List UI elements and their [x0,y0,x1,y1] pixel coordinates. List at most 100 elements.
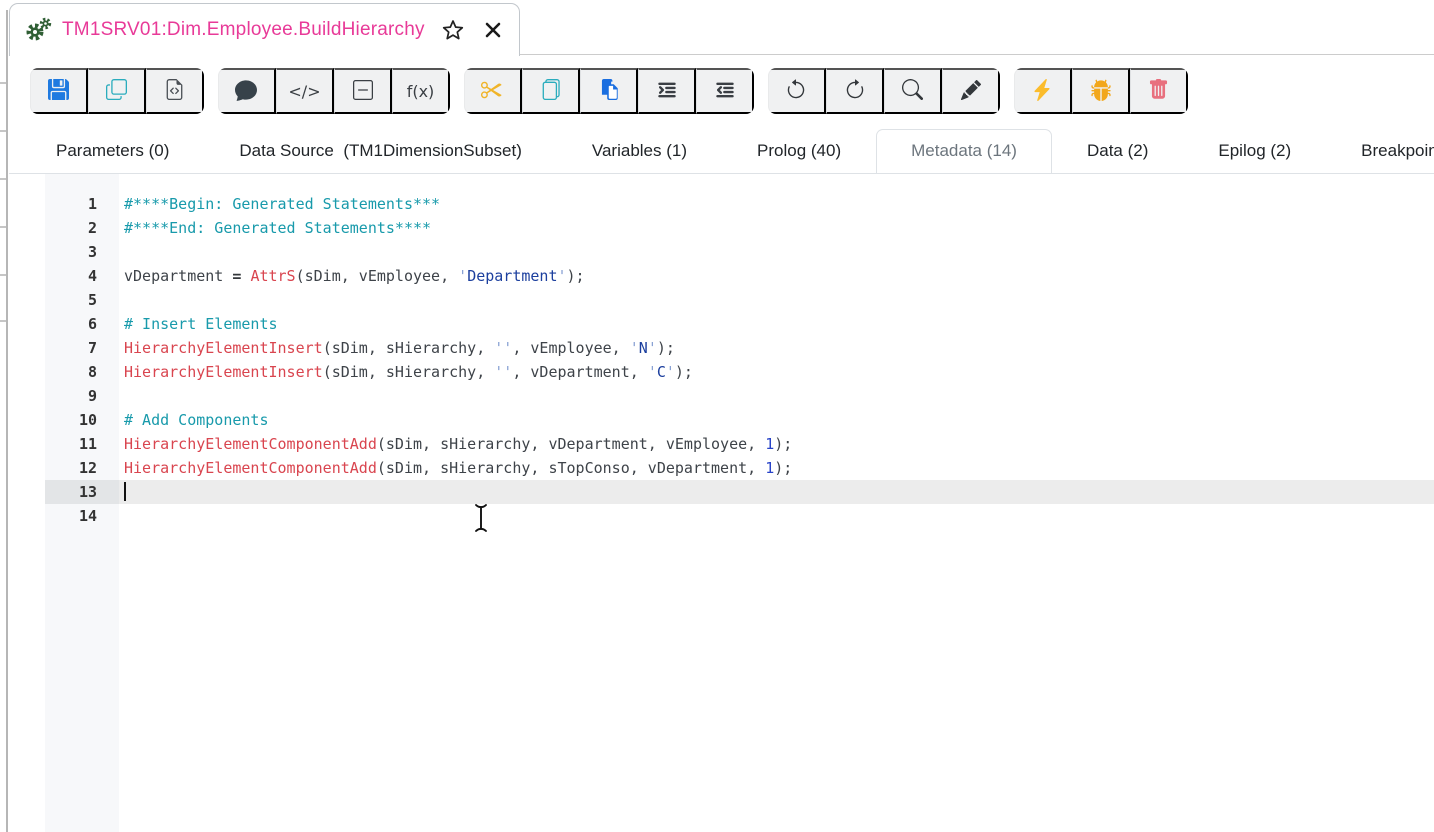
comment-button[interactable] [218,68,276,114]
code-button[interactable]: </> [276,68,334,114]
scissors-icon [481,79,503,104]
view-source-button[interactable] [146,68,204,114]
process-gears-icon [24,17,52,43]
line-number: 10 [45,408,119,432]
cut-button[interactable] [464,68,522,114]
code-line[interactable]: 13 [45,480,1434,504]
favorite-star-icon[interactable] [441,18,465,42]
code-line[interactable]: 9 [45,384,1434,408]
code-line[interactable]: 7HierarchyElementInsert(sDim, sHierarchy… [45,336,1434,360]
tab-data[interactable]: Data (2) [1052,129,1183,174]
nav-panel-edge [0,10,8,832]
tab-breakpoints[interactable]: Breakpoint [1326,129,1434,174]
document-tab[interactable]: TM1SRV01:Dim.Employee.BuildHierarchy [9,3,520,56]
outdent-icon [714,79,736,104]
lightning-icon [1031,79,1053,104]
code-lines: 1#****Begin: Generated Statements***2#**… [45,192,1434,528]
paste-button[interactable] [580,68,638,114]
files-icon [540,79,561,103]
indent-icon [656,79,678,104]
function-button[interactable]: f(x) [392,68,450,114]
search-button[interactable] [884,68,942,114]
toolbar-group-run [1014,68,1188,114]
save-button[interactable] [30,68,88,114]
line-number: 9 [45,384,119,408]
tab-prolog[interactable]: Prolog (40) [722,129,876,174]
line-number: 14 [45,504,119,528]
debug-button[interactable] [1072,68,1130,114]
text-caret [124,482,126,501]
line-number: 6 [45,312,119,336]
pencil-icon [961,80,981,103]
line-number: 5 [45,288,119,312]
comment-icon [235,79,257,104]
code-text: # Add Components [119,408,269,432]
toolbar-group-file [30,68,204,114]
function-icon: f(x) [407,82,435,101]
document-title: TM1SRV01:Dim.Employee.BuildHierarchy [62,19,425,41]
tab-data-source[interactable]: Data Source (TM1DimensionSubset) [204,129,557,174]
code-editor[interactable]: 1#****Begin: Generated Statements***2#**… [9,174,1434,832]
code-line[interactable]: 5 [45,288,1434,312]
code-text: # Insert Elements [119,312,278,336]
code-text: vDepartment = AttrS(sDim, vEmployee, 'De… [119,264,585,288]
code-line[interactable]: 8HierarchyElementInsert(sDim, sHierarchy… [45,360,1434,384]
code-text [119,288,124,312]
line-number: 8 [45,360,119,384]
line-number: 3 [45,240,119,264]
run-button[interactable] [1014,68,1072,114]
toolbar-group-code: </> f(x) [218,68,450,114]
toolbar-group-clipboard [464,68,754,114]
undo-button[interactable] [768,68,826,114]
code-text: HierarchyElementInsert(sDim, sHierarchy,… [119,336,675,360]
trash-icon [1148,79,1169,103]
tab-parameters[interactable]: Parameters (0) [21,129,204,174]
code-line[interactable]: 4vDepartment = AttrS(sDim, vEmployee, 'D… [45,264,1434,288]
tab-variables[interactable]: Variables (1) [557,129,722,174]
code-text: HierarchyElementComponentAdd(sDim, sHier… [119,432,792,456]
line-number: 4 [45,264,119,288]
code-text: HierarchyElementComponentAdd(sDim, sHier… [119,456,792,480]
code-icon: </> [288,82,320,101]
nav-tree-mark [0,320,6,322]
code-text [119,384,124,408]
nav-tree-mark [0,130,6,132]
mouse-text-cursor [472,502,490,539]
line-number: 13 [45,480,119,504]
line-number: 7 [45,336,119,360]
nav-tree-mark [0,178,6,180]
code-line[interactable]: 14 [45,504,1434,528]
copy-icon [106,79,127,103]
redo-icon [844,79,866,104]
close-icon[interactable] [483,20,503,40]
nav-tree-mark [0,274,6,276]
line-number: 11 [45,432,119,456]
line-number: 2 [45,216,119,240]
tab-epilog[interactable]: Epilog (2) [1183,129,1326,174]
collapse-section-button[interactable] [334,68,392,114]
code-line[interactable]: 1#****Begin: Generated Statements*** [45,192,1434,216]
code-text: HierarchyElementInsert(sDim, sHierarchy,… [119,360,693,384]
copy-button[interactable] [88,68,146,114]
code-text [119,504,124,528]
redo-button[interactable] [826,68,884,114]
code-line[interactable]: 11HierarchyElementComponentAdd(sDim, sHi… [45,432,1434,456]
duplicate-button[interactable] [522,68,580,114]
code-line[interactable]: 6# Insert Elements [45,312,1434,336]
code-line[interactable]: 2#****End: Generated Statements**** [45,216,1434,240]
tab-metadata[interactable]: Metadata (14) [876,129,1052,174]
code-line[interactable]: 10# Add Components [45,408,1434,432]
code-line[interactable]: 12HierarchyElementComponentAdd(sDim, sHi… [45,456,1434,480]
indent-button[interactable] [638,68,696,114]
section-tab-bar: Parameters (0) Data Source (TM1Dimension… [9,127,1434,174]
outdent-button[interactable] [696,68,754,114]
code-text [119,240,124,264]
source-file-icon [164,79,185,103]
line-number: 12 [45,456,119,480]
code-text: #****Begin: Generated Statements*** [119,192,440,216]
edit-button[interactable] [942,68,1000,114]
code-line[interactable]: 3 [45,240,1434,264]
clipboard-paste-icon [598,79,619,103]
delete-button[interactable] [1130,68,1188,114]
nav-tree-mark [0,226,6,228]
